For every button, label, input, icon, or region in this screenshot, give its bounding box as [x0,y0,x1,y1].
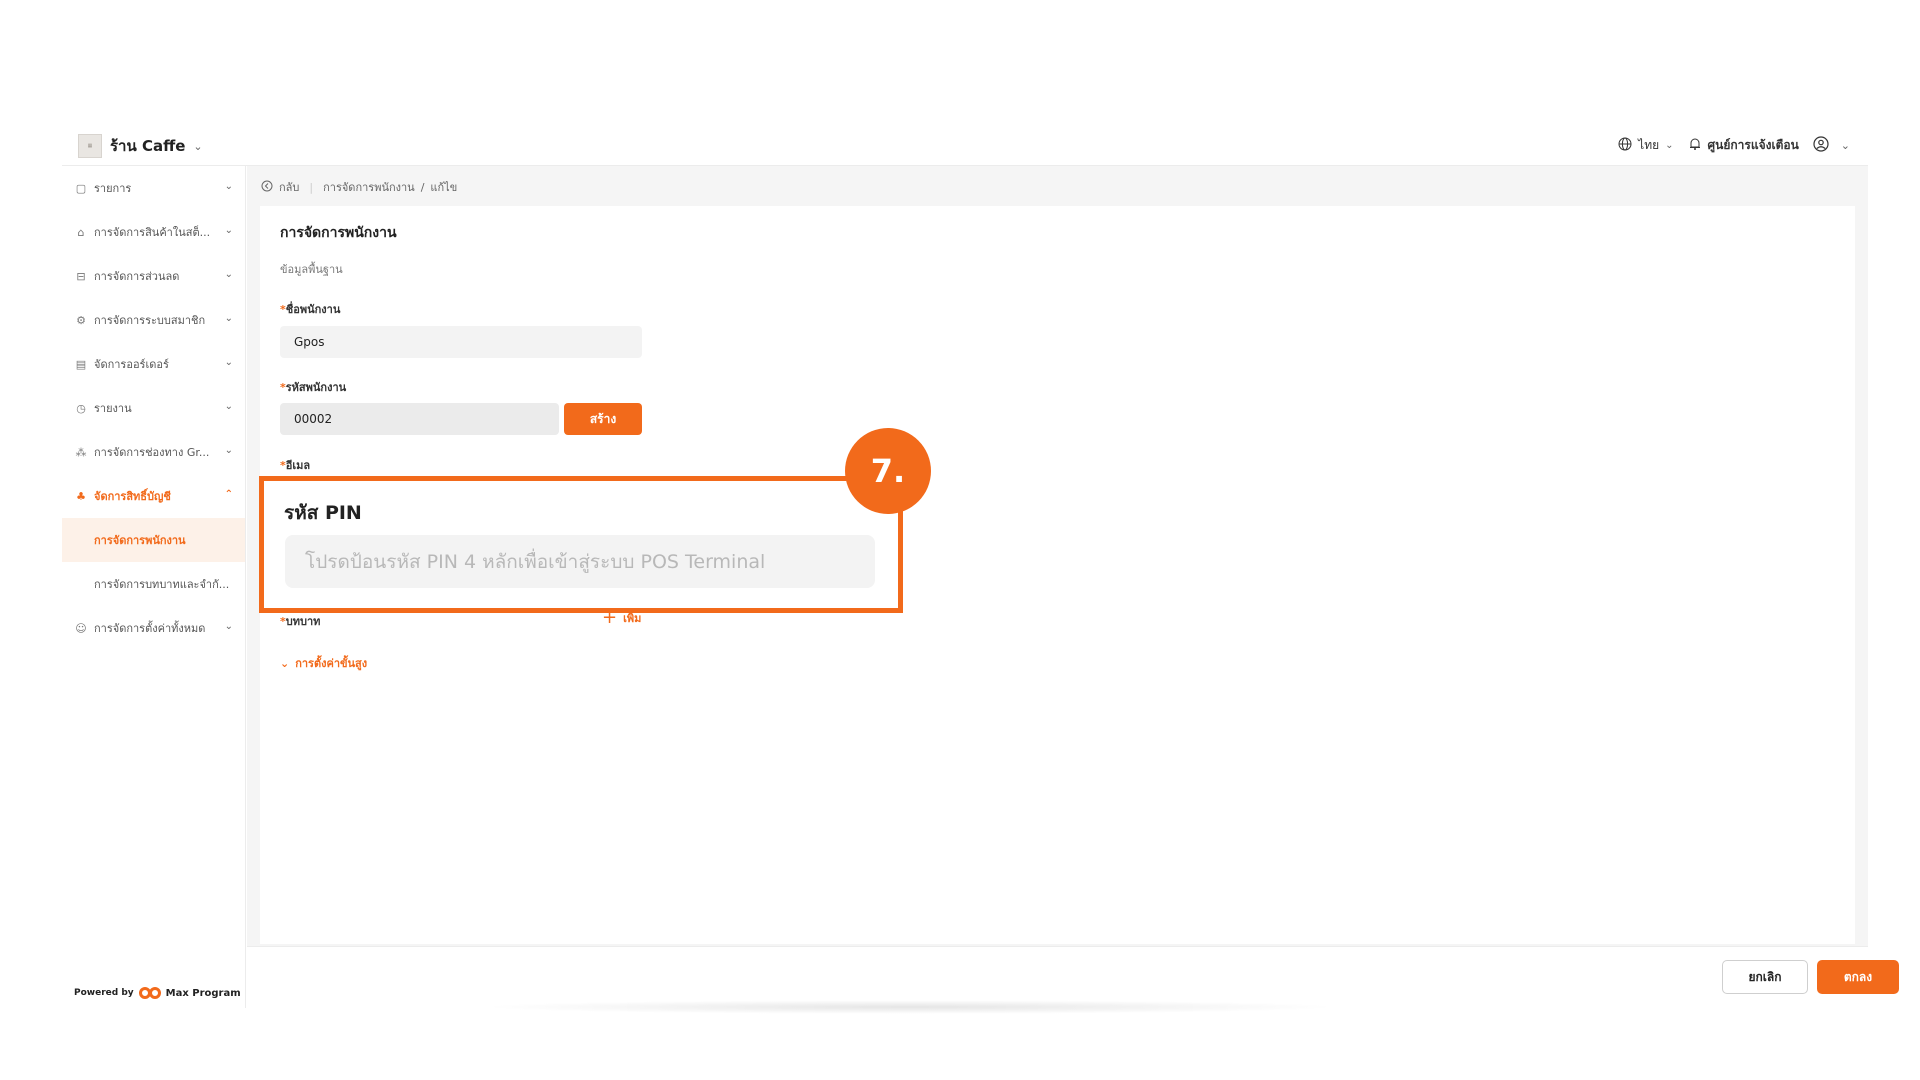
step-badge: 7. [845,428,931,514]
pin-callout: รหัส PIN โปรดป้อนรหัส PIN 4 หลักเพื่อเข้… [259,476,903,613]
powered-by: Powered by Max Program [74,986,241,1000]
top-bar: ▦ ร้าน Caffe ⌄ ไทย ⌄ ศูนย์การแจ้งเตือน ⌄ [62,128,1868,166]
chevron-up-icon: ⌃ [224,489,233,500]
chevron-down-icon: ⌄ [224,445,233,456]
sidebar-item-membership[interactable]: ⚙ การจัดการระบบสมาชิก ⌄ [62,298,245,342]
brand-logo-icon [138,986,163,1000]
chevron-down-icon: ⌄ [224,313,233,324]
store-logo: ▦ [78,134,102,158]
discount-icon: ⊟ [76,269,86,283]
sidebar-item-label: การจัดการช่องทาง Gr... [94,446,210,459]
chevron-down-icon: ⌄ [1840,139,1850,152]
sidebar-item-label: การจัดการสินค้าในสต็... [94,226,211,239]
sidebar-item-inventory[interactable]: ⌂ การจัดการสินค้าในสต็... ⌄ [62,210,245,254]
sidebar-item-label: การจัดการส่วนลด [94,270,180,283]
notification-label: ศูนย์การแจ้งเตือน [1707,138,1799,152]
breadcrumb-item[interactable]: การจัดการพนักงาน [323,178,415,196]
email-label: *อีเมล [280,459,311,472]
employee-code-input[interactable]: 00002 [280,403,559,435]
channel-icon: ⁂ [75,445,87,459]
report-icon: ◷ [76,401,86,415]
create-code-button[interactable]: สร้าง [564,403,642,435]
store-name: ร้าน Caffe [110,137,186,155]
chevron-down-icon: ⌄ [224,401,233,412]
sidebar-item-label: การจัดการบทบาทและจำกั... [94,578,230,591]
sidebar-item-orders[interactable]: ▤ จัดการออร์เดอร์ ⌄ [62,342,245,386]
globe-icon [1618,137,1632,154]
breadcrumb-divider: | [309,180,314,194]
sidebar-item-employee-management[interactable]: การจัดการพนักงาน [62,518,245,562]
breadcrumb-separator: / [420,180,425,194]
store-selector[interactable]: ▦ ร้าน Caffe ⌄ [78,134,203,158]
brand-name: Max Program [165,987,241,999]
chevron-down-icon: ⌄ [224,225,233,236]
breadcrumb-current: แก้ไข [430,181,458,194]
chevron-down-icon: ⌄ [280,656,290,670]
drop-shadow [480,1000,1340,1014]
store-icon: ⌂ [77,225,85,239]
sidebar-item-discount[interactable]: ⊟ การจัดการส่วนลด ⌄ [62,254,245,298]
sidebar-item-list[interactable]: ▢ รายการ ⌄ [62,166,245,210]
sidebar-item-label: การจัดการพนักงาน [94,534,186,547]
page-title: การจัดการพนักงาน [280,225,397,241]
language-label: ไทย [1638,138,1660,152]
member-icon: ⚙ [76,313,86,327]
sidebar: ▢ รายการ ⌄ ⌂ การจัดการสินค้าในสต็... ⌄ ⊟… [62,166,246,1008]
user-menu[interactable]: ⌄ [1813,136,1850,155]
chevron-down-icon: ⌄ [224,621,233,632]
sidebar-item-label: รายงาน [94,402,132,415]
footer-bar: ยกเลิก ตกลง [247,946,1899,1008]
header-actions: ไทย ⌄ ศูนย์การแจ้งเตือน ⌄ [1618,136,1850,155]
brand-logo: Max Program [138,986,241,1000]
list-icon: ▢ [75,181,87,195]
section-title: ข้อมูลพื้นฐาน [280,263,343,276]
employee-name-label: *ชื่อพนักงาน [280,303,341,316]
back-link[interactable]: กลับ [279,178,299,196]
bell-icon [1688,137,1702,154]
order-icon: ▤ [75,357,87,371]
sidebar-item-label: จัดการออร์เดอร์ [94,358,169,371]
sidebar-item-channels[interactable]: ⁂ การจัดการช่องทาง Gr... ⌄ [62,430,245,474]
sidebar-item-reports[interactable]: ◷ รายงาน ⌄ [62,386,245,430]
notification-center[interactable]: ศูนย์การแจ้งเตือน [1688,136,1799,155]
chevron-down-icon: ⌄ [224,181,233,192]
sidebar-item-account-rights[interactable]: ♣ จัดการสิทธิ์บัญชี ⌃ [62,474,245,518]
chevron-down-icon: ⌄ [224,269,233,280]
chevron-down-icon: ⌄ [224,357,233,368]
sidebar-item-label: จัดการสิทธิ์บัญชี [94,490,171,503]
settings-icon: ☺ [75,621,87,635]
sidebar-item-label: การจัดการตั้งค่าทั้งหมด [94,622,206,635]
language-selector[interactable]: ไทย ⌄ [1618,136,1674,155]
sidebar-item-label: รายการ [94,182,132,195]
advanced-settings-label: การตั้งค่าขั้นสูง [295,657,368,670]
sidebar-item-settings[interactable]: ☺ การจัดการตั้งค่าทั้งหมด ⌄ [62,606,245,650]
account-icon: ♣ [76,489,86,503]
chevron-down-icon: ⌄ [1665,140,1674,151]
back-icon[interactable] [261,180,273,195]
sidebar-item-roles[interactable]: การจัดการบทบาทและจำกั... [62,562,245,606]
employee-name-input[interactable]: Gpos [280,326,642,358]
breadcrumb: กลับ | การจัดการพนักงาน / แก้ไข [261,178,457,196]
cancel-button[interactable]: ยกเลิก [1722,960,1808,994]
pin-input[interactable]: โปรดป้อนรหัส PIN 4 หลักเพื่อเข้าสู่ระบบ … [285,535,875,588]
ok-button[interactable]: ตกลง [1817,960,1899,994]
role-label: *บทบาท [280,615,321,628]
powered-by-label: Powered by [74,988,134,998]
chevron-down-icon: ⌄ [193,139,203,153]
plus-icon: + [602,607,618,628]
user-icon [1813,136,1829,155]
advanced-settings-toggle[interactable]: ⌄ การตั้งค่าขั้นสูง [280,654,367,672]
pin-title: รหัส PIN [284,502,362,524]
employee-code-label: *รหัสพนักงาน [280,381,347,394]
sidebar-item-label: การจัดการระบบสมาชิก [94,314,206,327]
